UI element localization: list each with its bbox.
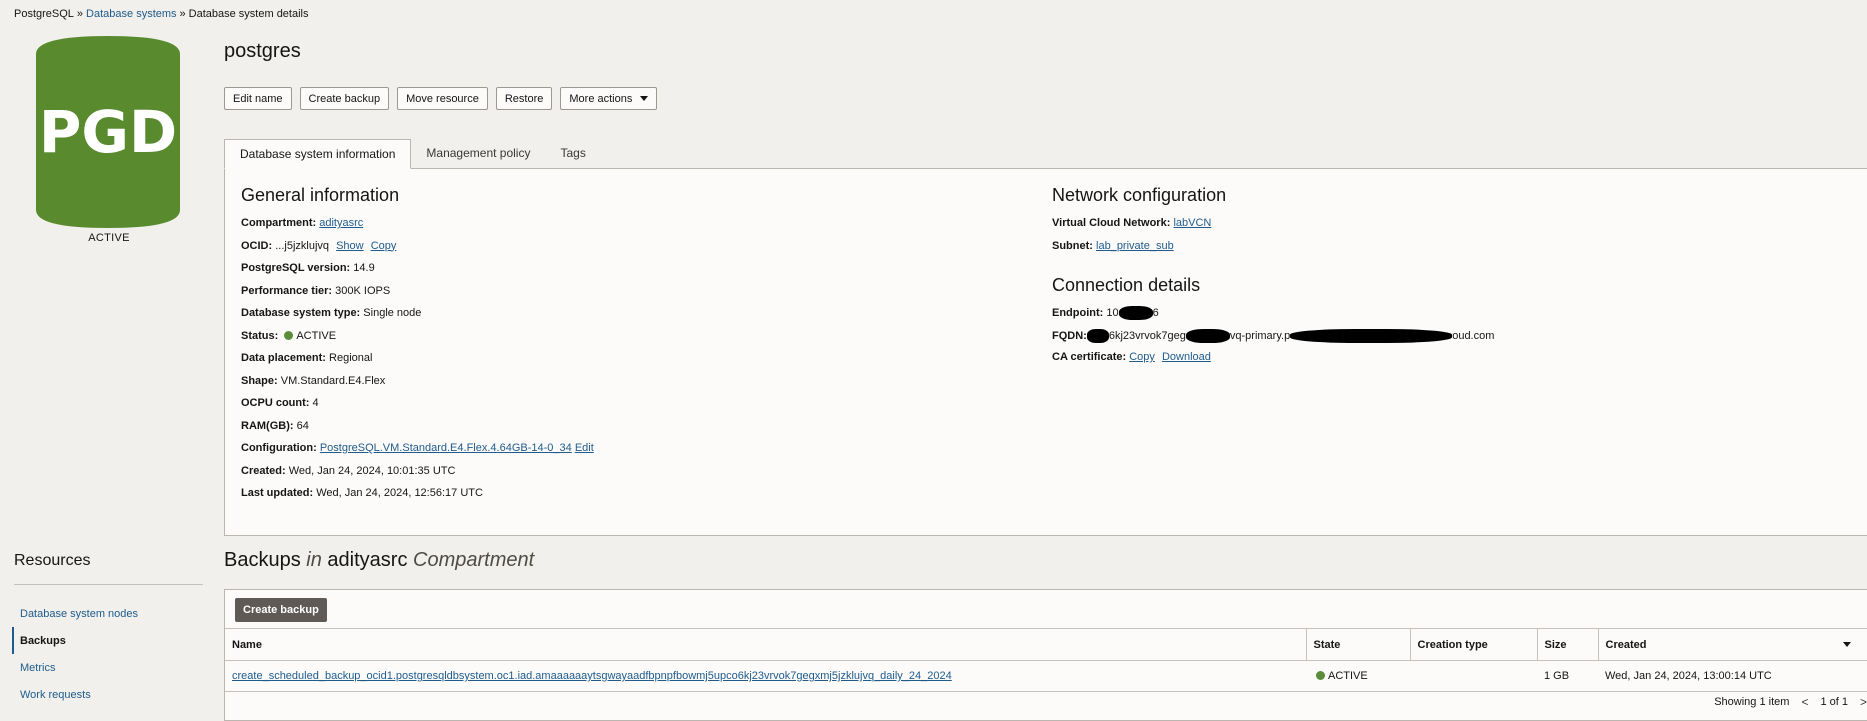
logo-status: ACTIVE <box>88 232 130 244</box>
column-size[interactable]: Size <box>1537 628 1599 661</box>
subnet-link[interactable]: lab_private_sub <box>1096 240 1174 252</box>
resources-list: Database system nodes Backups Metrics Wo… <box>12 600 138 708</box>
breadcrumb-separator: » <box>179 8 186 20</box>
restore-button[interactable]: Restore <box>495 87 553 110</box>
breadcrumb-separator: » <box>76 8 84 20</box>
last-updated-field: Last updated: Wed, Jan 24, 2024, 12:56:1… <box>241 487 483 499</box>
ocid-value: ...j5jzklujvq <box>275 239 330 252</box>
more-actions-label: More actions <box>569 92 633 105</box>
fqdn-field: FQDN: 6kj23vrvok7geg vq-primary.p oud.com <box>1052 328 1495 343</box>
general-information-fields: Compartment: adityasrc OCID: ...j5jzkluj… <box>241 217 594 510</box>
connection-details-title: Connection details <box>1052 275 1201 295</box>
ocpu-field: OCPU count: 4 <box>241 397 319 409</box>
redaction-mark <box>1118 306 1153 320</box>
backup-created: Wed, Jan 24, 2024, 13:00:14 UTC <box>1598 660 1867 692</box>
performance-tier-field: Performance tier: 300K IOPS <box>241 284 391 297</box>
created-field: Created: Wed, Jan 24, 2024, 10:01:35 UTC <box>241 464 456 477</box>
compartment-field: Compartment: adityasrc <box>241 217 364 229</box>
connection-fields: Endpoint: 10 6 FQDN: 6kj23vrvok7geg vq-prim… <box>1052 306 1494 374</box>
column-created[interactable]: Created <box>1598 628 1867 661</box>
ca-certificate-field: CA certificate: Copy Download <box>1052 351 1211 363</box>
status-dot-icon <box>1316 671 1325 680</box>
action-bar: Edit name Create backup Move resource Re… <box>224 87 658 110</box>
backup-name-link[interactable]: create_scheduled_backup_ocid1.postgresql… <box>232 670 952 682</box>
system-type-field: Database system type: Single node <box>241 307 422 319</box>
move-resource-button[interactable]: Move resource <box>397 87 488 110</box>
column-state[interactable]: State <box>1306 628 1411 661</box>
subnet-field: Subnet: lab_private_sub <box>1052 239 1174 252</box>
tab-management-policy[interactable]: Management policy <box>411 139 545 167</box>
backups-table: Name State Creation type Size Created cr… <box>225 628 1867 692</box>
logo-text: PGD <box>39 98 177 166</box>
breadcrumb-current: Database system details <box>188 8 309 20</box>
shape-field: Shape: VM.Standard.E4.Flex <box>241 374 386 387</box>
sort-descending-icon[interactable] <box>1843 641 1851 647</box>
ocid-show-link[interactable]: Show <box>336 240 364 252</box>
table-footer: Showing 1 item < 1 of 1 > <box>1714 695 1867 709</box>
ca-copy-link[interactable]: Copy <box>1129 351 1155 363</box>
redaction-mark <box>1086 328 1109 343</box>
create-backup-button[interactable]: Create backup <box>299 87 390 110</box>
general-information-title: General information <box>241 185 400 205</box>
status-field: Status: ACTIVE <box>241 329 337 342</box>
breadcrumb-database-systems[interactable]: Database systems <box>86 8 176 20</box>
breadcrumb-root[interactable]: PostgreSQL <box>14 8 74 20</box>
configuration-edit-link[interactable]: Edit <box>575 442 594 454</box>
backups-title: Backups in adityasrc Compartment <box>224 549 535 571</box>
status-dot-icon <box>284 330 294 340</box>
chevron-left-icon[interactable]: < <box>1801 695 1808 709</box>
chevron-right-icon[interactable]: > <box>1860 695 1867 709</box>
version-field: PostgreSQL version: 14.9 <box>241 262 375 274</box>
backups-panel: Create backup Name State Creation type S… <box>224 589 1867 721</box>
network-fields: Virtual Cloud Network: labVCN Subnet: la… <box>1052 217 1211 262</box>
ca-download-link[interactable]: Download <box>1162 351 1211 363</box>
table-header-row: Name State Creation type Size Created <box>225 628 1867 661</box>
compartment-link[interactable]: adityasrc <box>319 217 363 229</box>
divider <box>14 584 203 585</box>
network-configuration-title: Network configuration <box>1052 185 1227 205</box>
configuration-field: Configuration: PostgreSQL.VM.Standard.E4… <box>241 442 594 454</box>
endpoint-field: Endpoint: 10 6 <box>1052 306 1159 320</box>
tab-tags[interactable]: Tags <box>545 139 600 167</box>
edit-name-button[interactable]: Edit name <box>224 87 292 110</box>
redaction-mark <box>1290 328 1453 343</box>
more-actions-button[interactable]: More actions <box>560 87 658 110</box>
resource-item-work-requests[interactable]: Work requests <box>14 681 138 708</box>
resource-item-backups[interactable]: Backups <box>12 627 138 654</box>
ocid-copy-link[interactable]: Copy <box>371 240 397 252</box>
chevron-down-icon <box>640 96 649 101</box>
column-creation-type[interactable]: Creation type <box>1410 628 1538 661</box>
ocid-field: OCID: ...j5jzklujvq Show Copy <box>241 239 397 252</box>
database-cylinder-icon: PGD <box>36 36 180 228</box>
vcn-field: Virtual Cloud Network: labVCN <box>1052 217 1212 229</box>
backup-creation-type <box>1410 660 1537 692</box>
redaction-mark <box>1185 328 1230 343</box>
backup-state: ACTIVE <box>1328 670 1368 682</box>
ram-field: RAM(GB): 64 <box>241 419 309 432</box>
table-row: create_scheduled_backup_ocid1.postgresql… <box>225 660 1867 692</box>
details-panel: General information Compartment: adityas… <box>224 168 1867 536</box>
db-system-logo: PGD ACTIVE <box>36 36 182 244</box>
create-backup-primary-button[interactable]: Create backup <box>235 598 327 622</box>
vcn-link[interactable]: labVCN <box>1173 217 1211 229</box>
resource-item-metrics[interactable]: Metrics <box>14 654 138 681</box>
tab-bar: Database system information Management p… <box>224 139 601 169</box>
resource-item-database-system-nodes[interactable]: Database system nodes <box>14 600 138 627</box>
showing-count: Showing 1 item <box>1714 696 1790 708</box>
tab-database-system-information[interactable]: Database system information <box>224 139 412 169</box>
resources-title: Resources <box>14 552 91 569</box>
configuration-link[interactable]: PostgreSQL.VM.Standard.E4.Flex.4.64GB-14… <box>320 442 572 454</box>
breadcrumb: PostgreSQL» Database systems» Database sys… <box>14 8 309 20</box>
data-placement-field: Data placement: Regional <box>241 352 373 364</box>
page-title: postgres <box>224 40 301 62</box>
column-name[interactable]: Name <box>225 628 1307 661</box>
page-indicator: 1 of 1 <box>1820 696 1848 708</box>
backup-size: 1 GB <box>1537 660 1598 692</box>
